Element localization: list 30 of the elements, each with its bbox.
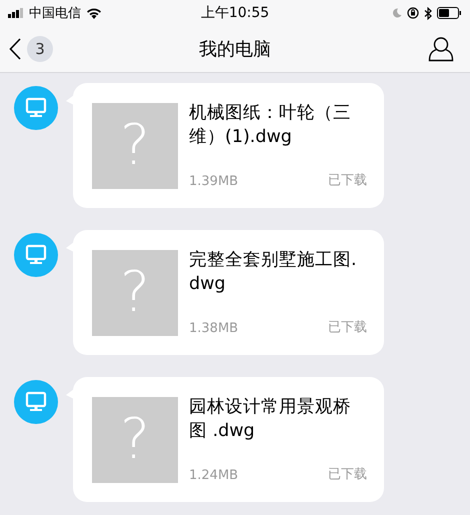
back-icon[interactable] <box>9 38 21 60</box>
file-size: 1.24MB <box>189 468 238 483</box>
rotation-lock-icon <box>407 7 419 19</box>
download-status: 已下载 <box>328 319 367 336</box>
computer-avatar-icon[interactable] <box>14 380 58 424</box>
file-name: 完整全套别墅施工图.dwg <box>189 249 358 296</box>
file-message-bubble[interactable]: ? 完整全套别墅施工图.dwg 1.38MB 已下载 <box>73 230 384 355</box>
unread-badge: 3 <box>27 36 53 62</box>
person-icon[interactable] <box>428 36 454 62</box>
clock-time: 上午10:55 <box>200 4 270 22</box>
file-size: 1.39MB <box>189 174 238 189</box>
page-title: 我的电脑 <box>199 38 271 61</box>
signal-icon <box>8 8 24 18</box>
file-thumbnail: ? <box>92 250 178 336</box>
file-name: 机械图纸：叶轮（三维）(1).dwg <box>189 102 352 149</box>
wifi-icon <box>86 7 102 19</box>
battery-icon <box>437 7 462 19</box>
computer-avatar-icon[interactable] <box>14 86 58 130</box>
file-message-bubble[interactable]: ? 园林设计常用景观桥图 .dwg 1.24MB 已下载 <box>73 377 384 502</box>
file-thumbnail: ? <box>92 103 178 189</box>
file-name: 园林设计常用景观桥图 .dwg <box>189 396 352 443</box>
moon-icon <box>392 8 402 18</box>
file-message-bubble[interactable]: ? 机械图纸：叶轮（三维）(1).dwg 1.39MB 已下载 <box>73 83 384 208</box>
file-size: 1.38MB <box>189 321 238 336</box>
carrier-name: 中国电信 <box>29 5 81 22</box>
download-status: 已下载 <box>328 466 367 483</box>
download-status: 已下载 <box>328 172 367 189</box>
bluetooth-icon <box>424 6 432 20</box>
file-thumbnail: ? <box>92 397 178 483</box>
computer-avatar-icon[interactable] <box>14 233 58 277</box>
